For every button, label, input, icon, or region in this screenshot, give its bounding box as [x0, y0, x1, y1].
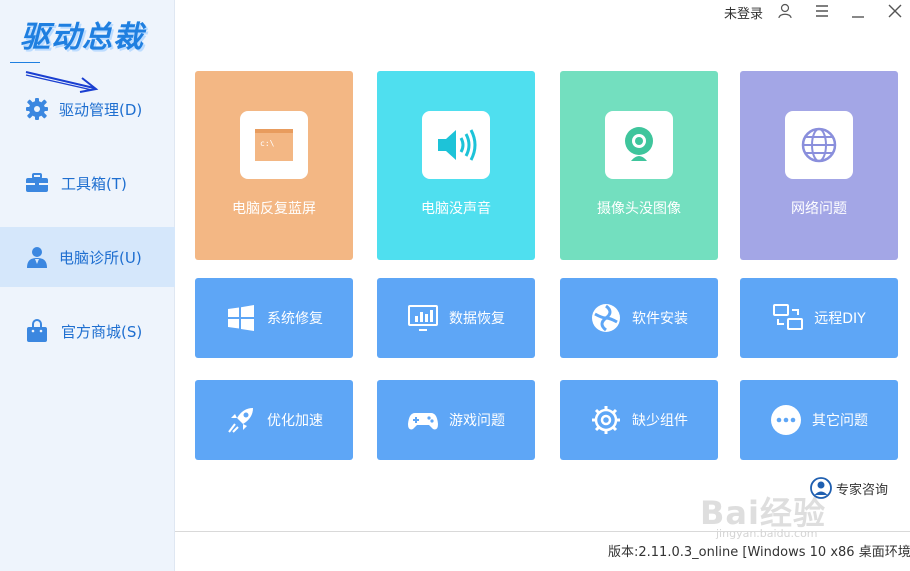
minimize-icon[interactable]: [850, 3, 866, 19]
tile-optimize-speedup[interactable]: 优化加速: [195, 380, 353, 460]
tile-label: 优化加速: [267, 413, 323, 429]
tile-camera-no-image[interactable]: 摄像头没图像: [560, 71, 718, 260]
tile-label: 系统修复: [267, 311, 323, 327]
footer-divider: [175, 531, 910, 532]
gear-icon: [26, 98, 48, 120]
gear-outline-icon: [592, 406, 620, 434]
tile-icon-bg: [422, 111, 490, 179]
watermark-url: jingyan.baidu.com: [716, 527, 818, 540]
tile-data-recovery[interactable]: 数据恢复: [377, 278, 535, 358]
sidebar-item-label: 电脑诊所(U): [59, 248, 142, 267]
tile-blue-screen[interactable]: c:\ 电脑反复蓝屏: [195, 71, 353, 260]
tile-no-sound[interactable]: 电脑没声音: [377, 71, 535, 260]
windows-logo-icon: [228, 305, 254, 331]
monitor-chart-icon: [408, 305, 438, 331]
webcam-icon: [625, 127, 653, 161]
app-window: 驱动总裁 驱动管理(D) 工具箱(T) 电脑诊所(U) 官方商城(S) 未登录 …: [0, 0, 910, 571]
terminal-window-icon: c:\: [255, 129, 293, 161]
version-text: 版本:2.11.0.3_online [Windows 10 x86 桌面环境]: [608, 545, 910, 560]
tile-icon-bg: [605, 111, 673, 179]
sidebar-item-official-store[interactable]: 官方商城(S): [0, 301, 175, 361]
tile-software-install[interactable]: 软件安装: [560, 278, 718, 358]
tile-label: 缺少组件: [632, 413, 688, 429]
expert-consult-link[interactable]: 专家咨询: [810, 477, 888, 499]
tile-system-repair[interactable]: 系统修复: [195, 278, 353, 358]
user-icon[interactable]: [777, 3, 793, 19]
rocket-icon: [228, 408, 253, 433]
close-icon[interactable]: [887, 3, 903, 19]
tile-label: 电脑没声音: [421, 201, 491, 217]
tile-label: 摄像头没图像: [597, 201, 681, 217]
logo-underline: [10, 62, 40, 63]
tile-missing-components[interactable]: 缺少组件: [560, 380, 718, 460]
speaker-icon: [438, 129, 477, 161]
sidebar-item-pc-clinic[interactable]: 电脑诊所(U): [0, 227, 175, 287]
login-link[interactable]: 未登录: [724, 3, 763, 22]
install-swirl-icon: [592, 304, 620, 332]
toolbox-icon: [26, 173, 48, 192]
shopping-bag-icon: [27, 319, 47, 342]
sidebar: 驱动总裁 驱动管理(D) 工具箱(T) 电脑诊所(U) 官方商城(S): [0, 0, 175, 571]
more-dots-icon: [771, 405, 801, 435]
sidebar-item-label: 驱动管理(D): [59, 100, 143, 119]
app-logo: 驱动总裁: [20, 20, 144, 55]
tile-other-problems[interactable]: 其它问题: [740, 380, 898, 460]
tile-remote-diy[interactable]: 远程DIY: [740, 278, 898, 358]
tile-icon-bg: c:\: [240, 111, 308, 179]
menu-icon[interactable]: [814, 3, 830, 19]
tile-label: 远程DIY: [814, 311, 866, 327]
sidebar-item-label: 工具箱(T): [61, 174, 127, 193]
svg-text:c:\: c:\: [260, 139, 275, 148]
doctor-icon: [27, 247, 47, 268]
sidebar-item-driver-management[interactable]: 驱动管理(D): [0, 79, 175, 139]
sidebar-item-toolbox[interactable]: 工具箱(T): [0, 153, 175, 213]
tile-game-problem[interactable]: 游戏问题: [377, 380, 535, 460]
tile-network-problem[interactable]: 网络问题: [740, 71, 898, 260]
tile-label: 软件安装: [632, 311, 688, 327]
tile-label: 游戏问题: [449, 413, 505, 429]
tile-label: 电脑反复蓝屏: [232, 201, 316, 217]
gamepad-icon: [408, 413, 438, 430]
sidebar-item-label: 官方商城(S): [61, 322, 143, 341]
expert-avatar-icon: [810, 477, 832, 499]
globe-icon: [801, 127, 837, 163]
tile-label: 其它问题: [812, 413, 868, 429]
remote-screens-icon: [773, 304, 804, 330]
consult-label: 专家咨询: [836, 482, 889, 498]
tile-icon-bg: [785, 111, 853, 179]
watermark-logo: Bai经验: [700, 494, 826, 532]
tile-label: 数据恢复: [449, 311, 505, 327]
tile-label: 网络问题: [791, 201, 847, 217]
